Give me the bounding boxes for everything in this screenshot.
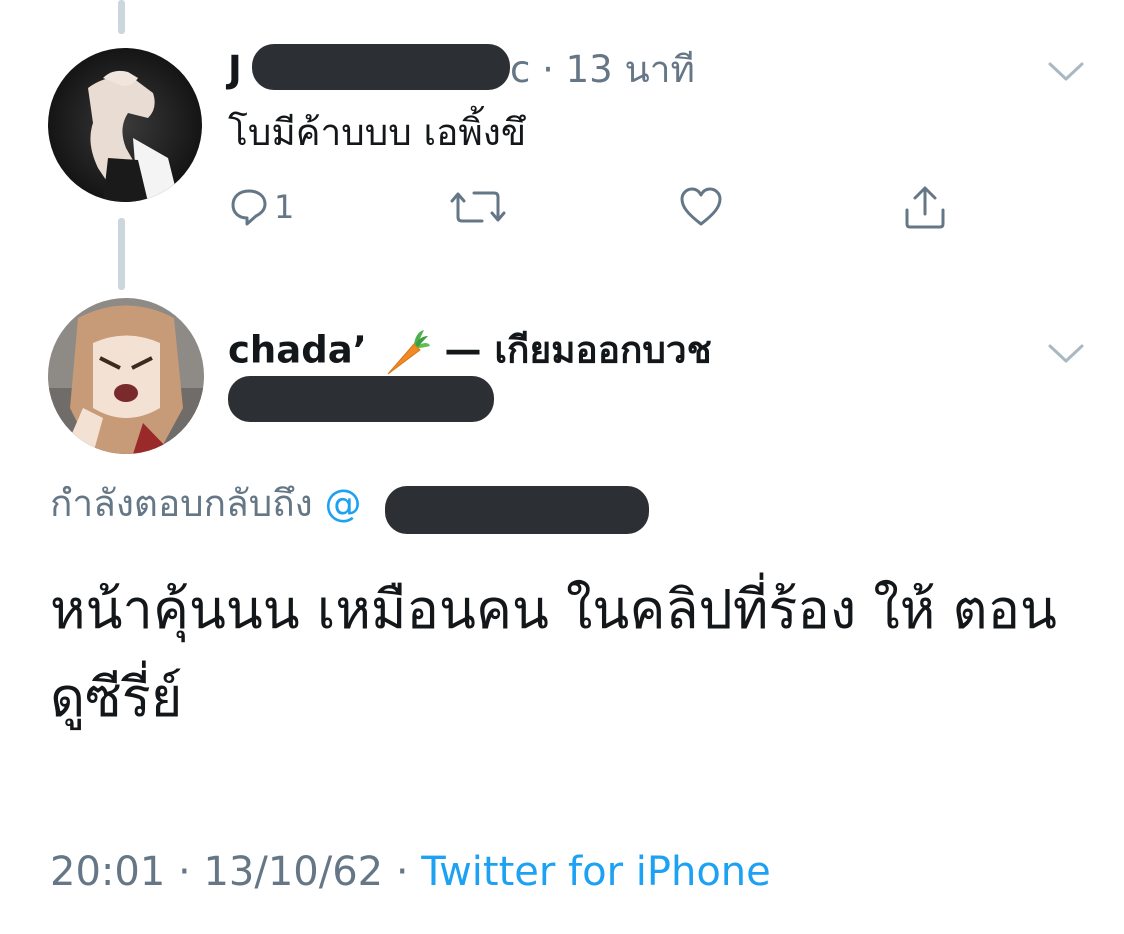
main-chevron-down-icon[interactable] <box>1046 342 1086 366</box>
thread-line-middle <box>118 218 125 290</box>
reply-count: 1 <box>274 188 295 226</box>
reply-action-reply[interactable]: 1 <box>230 182 294 232</box>
replying-to-handle-redaction <box>385 486 649 534</box>
share-icon <box>905 186 945 229</box>
main-tweet-text: หน้าคุ้นนน เหมือนคน ในคลิปที่ร้อง ให้ ตอ… <box>50 578 1057 729</box>
reply-author-name-last: c <box>510 48 531 91</box>
tweet-footer: 20:01 · 13/10/62 · Twitter for iPhone <box>50 848 771 896</box>
reply-author-name-redaction <box>252 44 510 90</box>
reply-tweet-text: โบมีค้าบบบ เอพิ้งขึ <box>228 111 527 154</box>
reply-action-like[interactable] <box>678 182 724 232</box>
tweet-time: 20:01 <box>50 849 166 895</box>
reply-time-separator: · <box>542 48 554 91</box>
carrot-icon <box>387 330 430 375</box>
reply-chevron-down-icon[interactable] <box>1046 60 1086 84</box>
reply-action-retweet[interactable] <box>450 182 506 232</box>
replying-to-text: กำลังตอบกลับถึง <box>50 482 313 525</box>
comment-icon <box>231 189 267 226</box>
heart-icon <box>680 187 722 226</box>
replying-to-label: กำลังตอบกลับถึง @ <box>50 480 361 528</box>
main-handle-redaction <box>228 376 494 422</box>
reply-author-name[interactable]: J <box>228 48 242 92</box>
reply-meta: c · 13 นาที <box>510 48 695 92</box>
main-display-name-suffix: — เกียมออกบวช <box>444 328 712 372</box>
reply-author-avatar[interactable] <box>48 48 202 202</box>
main-display-name: chada’ <box>228 328 367 372</box>
thread-line-top <box>118 0 125 34</box>
reply-timestamp[interactable]: 13 นาที <box>566 48 695 91</box>
footer-separator-1: · <box>178 849 191 895</box>
main-author-avatar[interactable] <box>48 298 204 454</box>
main-author-name[interactable]: chada’ — เกียมออกบวช <box>228 326 712 378</box>
replying-to-at[interactable]: @ <box>324 482 361 525</box>
retweet-icon <box>450 191 506 223</box>
tweet-date: 13/10/62 <box>203 849 384 895</box>
reply-author-name-first: J <box>228 48 242 91</box>
tweet-source-link[interactable]: Twitter for iPhone <box>421 849 771 895</box>
footer-separator-2: · <box>395 849 409 895</box>
reply-action-share[interactable] <box>902 182 948 232</box>
